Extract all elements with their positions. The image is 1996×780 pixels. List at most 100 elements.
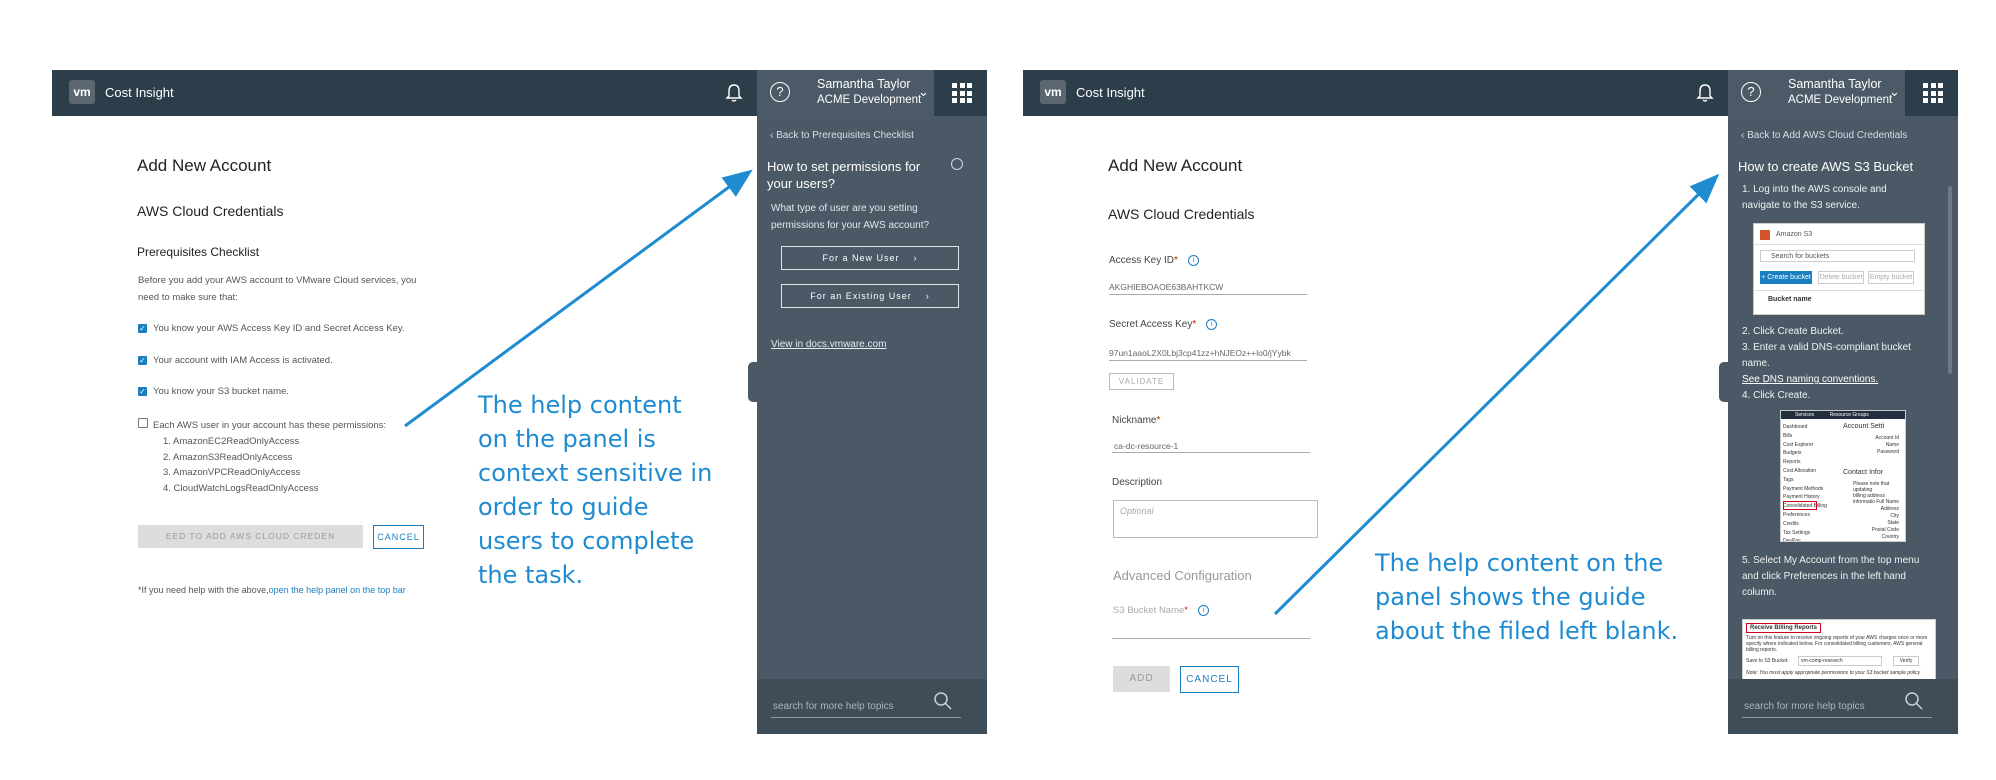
app-switcher-button[interactable] bbox=[1905, 70, 1958, 116]
account-menu-item: Preferences bbox=[1783, 511, 1810, 518]
help-search-input[interactable]: search for more help topics bbox=[1744, 701, 1865, 712]
account-menu-item: Payment Methods bbox=[1783, 485, 1824, 492]
info-icon[interactable]: i bbox=[1206, 319, 1218, 330]
chevron-right-icon: › bbox=[925, 291, 930, 301]
cancel-button[interactable]: CANCEL bbox=[373, 525, 424, 549]
check-item: You know your AWS Access Key ID and Secr… bbox=[153, 323, 405, 334]
intro-text-line2: need to make sure that: bbox=[138, 292, 238, 303]
back-link[interactable]: ‹ Back to Prerequisites Checklist bbox=[770, 130, 914, 141]
advanced-config-label: Advanced Configuration bbox=[1113, 568, 1252, 583]
contact-field-label: City bbox=[1890, 513, 1899, 519]
existing-user-option[interactable]: For an Existing User › bbox=[781, 284, 959, 308]
account-field-label: Password bbox=[1877, 449, 1899, 455]
new-user-option[interactable]: For a New User › bbox=[781, 246, 959, 270]
contact-field-label: Full Name bbox=[1876, 499, 1899, 505]
panel-resize-handle[interactable] bbox=[748, 362, 757, 402]
input-underline bbox=[1112, 452, 1310, 453]
account-menu-item: Credits bbox=[1783, 520, 1799, 527]
bucket-input[interactable] bbox=[1112, 638, 1310, 639]
input-underline bbox=[1109, 360, 1307, 361]
bell-icon[interactable] bbox=[1694, 82, 1716, 104]
help-search[interactable]: search for more help topics bbox=[757, 679, 987, 734]
account-menu-item: Budgets bbox=[1783, 450, 1802, 457]
help-search-input[interactable]: search for more help topics bbox=[773, 701, 894, 712]
help-description: What type of user are you setting permis… bbox=[771, 203, 930, 231]
validate-button[interactable]: VALIDATE bbox=[1109, 373, 1174, 390]
account-menu-item: Cost Explorer bbox=[1783, 441, 1814, 448]
account-field-label: Account Id bbox=[1875, 435, 1899, 441]
question-icon: ? bbox=[1741, 82, 1761, 102]
preferences-highlight bbox=[1783, 501, 1817, 510]
docs-link[interactable]: View in docs.vmware.com bbox=[771, 339, 886, 350]
add-button[interactable]: ADD bbox=[1113, 666, 1170, 692]
search-icon[interactable] bbox=[1904, 691, 1924, 711]
user-menu[interactable]: Samantha Taylor ACME Development ⌄ bbox=[1775, 70, 1905, 116]
section-title: AWS Cloud Credentials bbox=[1108, 206, 1255, 222]
grid-icon bbox=[952, 83, 972, 103]
vmware-logo: vm bbox=[1040, 80, 1066, 104]
secret-key-input[interactable]: 97un1aaoL2X0Lbj3cp41zz+hNJEOz++lo0/jYybk bbox=[1109, 348, 1291, 358]
annotation-text: The help content on the panel is context… bbox=[478, 391, 713, 589]
dns-naming-link[interactable]: See DNS naming conventions. bbox=[1742, 374, 1878, 385]
help-footnote: *If you need help with the above,open th… bbox=[138, 585, 406, 595]
cancel-button[interactable]: CANCEL bbox=[1180, 666, 1239, 693]
permission-item: 2. AmazonS3ReadOnlyAccess bbox=[163, 452, 293, 463]
user-name: Samantha Taylor bbox=[817, 77, 911, 91]
account-menu-item: Dashboard bbox=[1783, 424, 1808, 430]
chevron-down-icon: ⌄ bbox=[918, 84, 929, 99]
contact-field-label: Country bbox=[1881, 534, 1899, 540]
permissions-label: Each AWS user in your account has these … bbox=[153, 420, 387, 431]
user-menu[interactable]: Samantha Taylor ACME Development ⌄ bbox=[804, 70, 934, 116]
account-menu-item: Cost Allocation Tags bbox=[1783, 467, 1817, 483]
account-menu-list: Dashboard Bills Cost Explorer Budgets Report… bbox=[1783, 423, 1827, 542]
help-title: How to create AWS S3 Bucket bbox=[1738, 159, 1914, 174]
help-title: How to set permissions for your users? bbox=[767, 159, 921, 191]
description-label: Description bbox=[1112, 477, 1163, 488]
check-icon[interactable]: ✓ bbox=[138, 387, 147, 396]
question-icon: ? bbox=[770, 82, 790, 102]
account-settings-image: Services Resource Groups Dashboard Bills C… bbox=[1780, 410, 1906, 542]
contact-field-label: State bbox=[1887, 520, 1899, 526]
search-underline bbox=[771, 717, 961, 718]
help-step-1: 1. Log into the AWS console and navigate… bbox=[1742, 184, 1887, 211]
panel-resize-handle[interactable] bbox=[1719, 362, 1728, 402]
close-icon[interactable] bbox=[951, 158, 963, 170]
proceed-button[interactable]: EED TO ADD AWS CLOUD CREDEN bbox=[138, 525, 363, 548]
help-step-2-4: 2. Click Create Bucket. 3. Enter a valid… bbox=[1742, 326, 1911, 401]
description-textarea[interactable]: Optional bbox=[1113, 500, 1318, 538]
secret-key-label: Secret Access Key* i bbox=[1109, 319, 1218, 330]
app-name: Cost Insight bbox=[105, 85, 174, 100]
input-underline bbox=[1109, 294, 1307, 295]
permission-item: 3. AmazonVPCReadOnlyAccess bbox=[163, 467, 301, 478]
account-menu-item: Reports bbox=[1783, 459, 1801, 466]
user-org: ACME Development bbox=[817, 94, 922, 106]
grid-icon bbox=[1923, 83, 1943, 103]
search-icon[interactable] bbox=[933, 691, 953, 711]
billing-reports-image: Receive Billing Reports Turn on this fea… bbox=[1742, 619, 1936, 681]
help-search[interactable]: search for more help topics bbox=[1728, 679, 1958, 734]
permission-item: 1. AmazonEC2ReadOnlyAccess bbox=[163, 436, 300, 447]
permissions-checkbox[interactable] bbox=[138, 418, 148, 428]
nickname-label: Nickname* bbox=[1112, 415, 1161, 426]
access-key-label: Access Key ID* i bbox=[1109, 255, 1199, 266]
info-icon[interactable]: i bbox=[1198, 605, 1209, 616]
back-link[interactable]: ‹ Back to Add AWS Cloud Credentials bbox=[1741, 130, 1907, 141]
app-switcher-button[interactable] bbox=[934, 70, 987, 116]
help-button[interactable]: ? bbox=[757, 70, 804, 116]
help-button[interactable]: ? bbox=[1728, 70, 1775, 116]
open-help-link[interactable]: open the help panel on the top bar bbox=[269, 585, 406, 595]
help-panel: ‹ Back to Prerequisites Checklist How to… bbox=[757, 116, 987, 734]
check-icon[interactable]: ✓ bbox=[138, 324, 147, 333]
info-icon[interactable]: i bbox=[1187, 255, 1199, 266]
account-menu-item: DevPay bbox=[1783, 538, 1801, 542]
help-panel: ‹ Back to Add AWS Cloud Credentials How … bbox=[1728, 116, 1958, 734]
s3-logo-icon bbox=[1760, 230, 1770, 240]
nickname-input[interactable]: ca-dc-resource-1 bbox=[1114, 441, 1178, 451]
check-icon[interactable]: ✓ bbox=[138, 356, 147, 365]
s3-console-image: Amazon S3 Search for buckets + Create bu… bbox=[1753, 223, 1925, 315]
access-key-input[interactable]: AKGHIEBOAOE63BAHTKCW bbox=[1109, 282, 1223, 292]
section-title: AWS Cloud Credentials bbox=[137, 203, 284, 219]
bell-icon[interactable] bbox=[723, 82, 745, 104]
help-scrollbar[interactable] bbox=[1948, 186, 1952, 374]
page-title: Add New Account bbox=[1108, 156, 1243, 175]
